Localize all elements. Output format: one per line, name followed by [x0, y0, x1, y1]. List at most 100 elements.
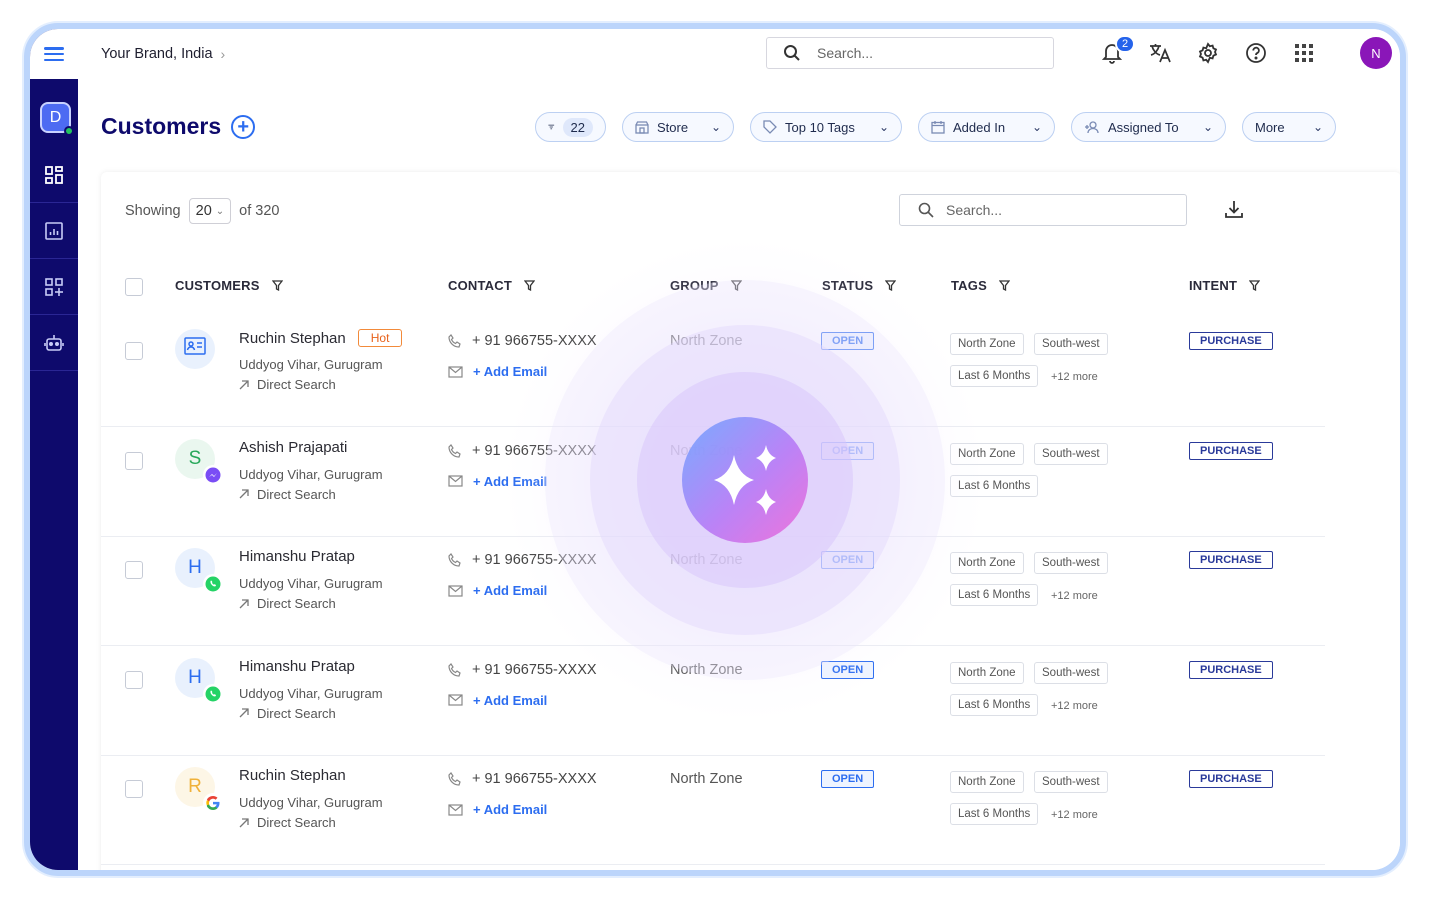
status-badge: OPEN: [821, 332, 875, 350]
menu-toggle[interactable]: [30, 29, 78, 79]
tag-chip[interactable]: North Zone: [950, 442, 1024, 465]
table-search-input[interactable]: Search...: [899, 194, 1187, 226]
more-tags-link[interactable]: +12 more: [1051, 809, 1098, 821]
more-filters-label: More: [1255, 119, 1285, 135]
add-email-label: + Add Email: [473, 692, 548, 708]
tag-chip[interactable]: North Zone: [950, 552, 1024, 574]
avatar-initial: H: [188, 666, 202, 688]
notifications-button[interactable]: 2: [1088, 35, 1136, 67]
add-email-link[interactable]: + Add Email: [448, 474, 547, 489]
add-email-link[interactable]: + Add Email: [448, 693, 547, 708]
funnel-filter-icon[interactable]: [271, 280, 283, 291]
intent-badge: PURCHASE: [1189, 332, 1273, 350]
intent-badge: PURCHASE: [1189, 660, 1273, 679]
tag-chip[interactable]: Last 6 Months: [950, 474, 1039, 497]
add-email-link[interactable]: + Add Email: [448, 583, 547, 598]
tag-chip[interactable]: Last 6 Months: [950, 803, 1039, 825]
sidebar-item-bot[interactable]: [30, 315, 78, 371]
arrow-up-right-icon: [239, 598, 249, 608]
customer-name[interactable]: Himanshu Pratap: [239, 658, 355, 675]
tag-chip[interactable]: South-west: [1034, 771, 1108, 793]
funnel-filter-icon[interactable]: [523, 280, 535, 291]
customer-name[interactable]: Ruchin Stephan: [239, 330, 346, 347]
funnel-filter-icon[interactable]: [1249, 280, 1261, 291]
customer-name[interactable]: Ruchin Stephan: [239, 767, 346, 784]
sidebar-item-reports[interactable]: [30, 203, 78, 259]
phone-number: + 91 966755-XXXX: [472, 333, 597, 349]
sidebar-item-apps[interactable]: [30, 259, 78, 315]
chevron-down-icon: ⌄: [215, 205, 225, 217]
whatsapp-icon: [203, 683, 223, 704]
filter-count-chip[interactable]: 22: [535, 112, 606, 142]
tag-chip[interactable]: South-west: [1034, 661, 1108, 684]
funnel-filter-icon[interactable]: [730, 280, 742, 291]
customer-name[interactable]: Himanshu Pratap: [239, 548, 355, 565]
phone-icon: [448, 334, 461, 348]
select-all-checkbox[interactable]: [125, 278, 143, 296]
column-header-contact[interactable]: CONTACT: [448, 278, 535, 293]
more-tags-link[interactable]: +12 more: [1051, 371, 1098, 383]
tags-filter-dropdown[interactable]: Top 10 Tags ⌄: [750, 112, 902, 142]
row-checkbox[interactable]: [125, 342, 143, 360]
customer-address: Uddyog Vihar, Gurugram: [239, 357, 383, 372]
add-email-link[interactable]: + Add Email: [448, 802, 547, 817]
global-search-input[interactable]: Search...: [766, 37, 1054, 69]
more-tags-link[interactable]: +12 more: [1051, 590, 1098, 602]
user-avatar[interactable]: N: [1360, 37, 1392, 69]
status-badge: OPEN: [821, 770, 875, 788]
tag-chip[interactable]: North Zone: [950, 333, 1024, 355]
translate-button[interactable]: [1136, 39, 1184, 67]
column-header-customers[interactable]: CUSTOMERS: [175, 278, 283, 293]
column-header-status[interactable]: STATUS: [822, 278, 897, 293]
tag-chip[interactable]: North Zone: [950, 661, 1024, 684]
tag-chip[interactable]: South-west: [1034, 333, 1108, 355]
row-checkbox[interactable]: [125, 561, 143, 579]
customer-name[interactable]: Ashish Prajapati: [239, 439, 347, 456]
added-in-filter-label: Added In: [953, 119, 1006, 135]
funnel-filter-icon[interactable]: [998, 280, 1010, 291]
customer-avatar: [175, 329, 215, 369]
added-in-filter-dropdown[interactable]: Added In ⌄: [918, 112, 1055, 142]
assigned-to-filter-dropdown[interactable]: Assigned To ⌄: [1071, 112, 1226, 142]
table-row[interactable]: S Ashish Prajapati Uddyog Vihar, Gurugra…: [101, 427, 1325, 537]
tag-chip[interactable]: South-west: [1034, 552, 1108, 574]
tag-chip[interactable]: Last 6 Months: [950, 584, 1039, 606]
row-checkbox[interactable]: [125, 451, 143, 470]
breadcrumb[interactable]: Your Brand, India ›: [101, 46, 225, 62]
notification-count-badge: 2: [1115, 35, 1135, 53]
table-row[interactable]: Ruchin Stephan Hot Uddyog Vihar, Gurugra…: [101, 317, 1325, 427]
add-email-label: + Add Email: [473, 583, 548, 598]
column-header-tags[interactable]: TAGS: [951, 278, 1010, 293]
download-button[interactable]: [1225, 200, 1243, 223]
table-row[interactable]: R Ruchin Stephan Uddyog Vihar, Gurugram …: [101, 755, 1325, 865]
source-label: Direct Search: [257, 377, 336, 392]
filter-count: 22: [562, 117, 593, 137]
brand-name[interactable]: Your Brand, India: [101, 46, 213, 62]
workspace-avatar[interactable]: D: [40, 102, 74, 136]
avatar-initial: H: [188, 557, 202, 578]
page-size-select[interactable]: 20 ⌄: [188, 198, 232, 224]
column-header-intent[interactable]: INTENT: [1189, 278, 1261, 293]
more-tags-link[interactable]: +12 more: [1051, 700, 1098, 712]
table-row[interactable]: H Himanshu Pratap Uddyog Vihar, Gurugram…: [101, 536, 1325, 646]
table-row[interactable]: H Himanshu Pratap Uddyog Vihar, Gurugram…: [101, 646, 1325, 756]
sidebar-item-dashboard[interactable]: [30, 147, 78, 203]
settings-button[interactable]: [1184, 39, 1232, 67]
tag-chip[interactable]: North Zone: [950, 771, 1024, 793]
tag-chip[interactable]: South-west: [1034, 442, 1108, 465]
column-header-group[interactable]: GROUP: [670, 278, 742, 293]
add-email-link[interactable]: + Add Email: [448, 364, 547, 379]
add-email-label: + Add Email: [473, 473, 548, 489]
translate-icon: [1150, 44, 1171, 63]
apps-grid-button[interactable]: [1280, 39, 1328, 67]
more-filters-dropdown[interactable]: More ⌄: [1242, 112, 1336, 142]
store-filter-dropdown[interactable]: Store ⌄: [622, 112, 734, 142]
tag-chip[interactable]: Last 6 Months: [950, 693, 1039, 716]
tag-chip[interactable]: Last 6 Months: [950, 365, 1039, 387]
hamburger-icon[interactable]: [44, 47, 64, 61]
row-checkbox[interactable]: [125, 670, 143, 689]
tags-filter-label: Top 10 Tags: [785, 119, 855, 135]
funnel-filter-icon[interactable]: [885, 280, 897, 291]
row-checkbox[interactable]: [125, 780, 143, 798]
help-button[interactable]: [1232, 39, 1280, 67]
